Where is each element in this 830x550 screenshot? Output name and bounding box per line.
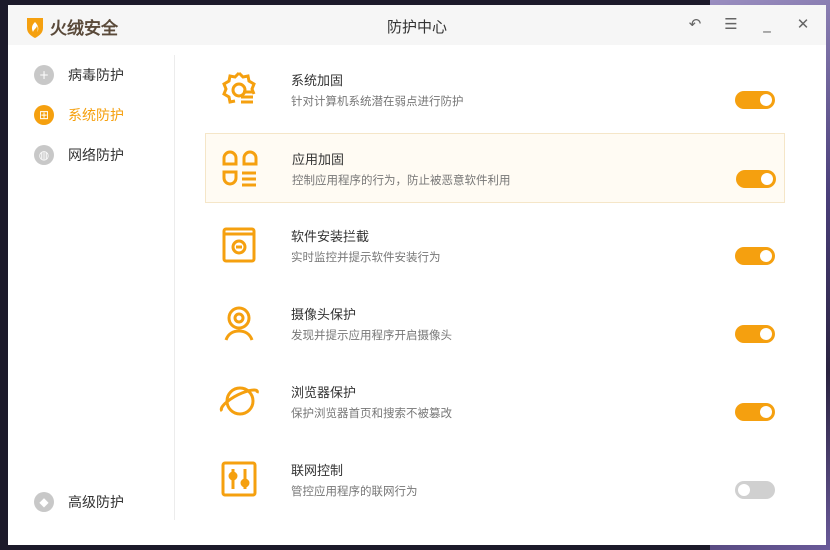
list-item-install-block: 软件安装拦截 实时监控并提示软件安装行为 [205,211,785,281]
sidebar-item-label: 高级防护 [68,495,124,511]
item-desc: 管控应用程序的联网行为 [291,484,418,498]
install-box-icon [222,227,256,263]
list-item-browser: 浏览器保护 保护浏览器首页和搜索不被篡改 [205,367,785,437]
sidebar-item-system[interactable]: ⊞ 系统防护 [34,105,124,125]
toggle-switch[interactable] [735,325,775,343]
sidebar-item-advanced[interactable]: ◆ 高级防护 [34,492,124,512]
sidebar: + 病毒防护 ⊞ 系统防护 ◍ 网络防护 ◆ 高级防护 [8,55,175,520]
item-title: 浏览器保护 [291,386,357,401]
windows-icon: ⊞ [34,105,54,125]
item-title: 系统加固 [291,74,344,89]
close-icon[interactable]: ✕ [794,14,812,34]
item-title: 摄像头保护 [291,308,357,323]
item-title: 软件安装拦截 [291,230,370,245]
item-desc: 保护浏览器首页和搜索不被篡改 [291,406,452,420]
planet-icon [219,386,259,416]
diamond-icon: ◆ [34,492,54,512]
minimize-icon[interactable]: _ [758,14,776,34]
sidebar-item-label: 系统防护 [68,108,124,124]
item-desc: 实时监控并提示软件安装行为 [291,250,441,264]
item-title: 应用加固 [292,153,345,168]
apps-icon [222,150,258,187]
sidebar-item-label: 网络防护 [68,148,124,164]
item-desc: 控制应用程序的行为，防止被恶意软件利用 [292,173,511,187]
item-desc: 针对计算机系统潜在弱点进行防护 [291,94,464,108]
menu-icon[interactable]: ☰ [722,14,740,34]
item-title: 联网控制 [291,464,344,479]
sliders-icon [221,461,257,497]
toggle-switch[interactable] [735,403,775,421]
app-window: 火绒安全 防护中心 ↶ ☰ _ ✕ + 病毒防护 ⊞ 系统防护 ◍ 网络防护 ◆ 高级防… [8,5,826,545]
list-item-camera: 摄像头保护 发现并提示应用程序开启摄像头 [205,289,785,359]
sidebar-item-label: 病毒防护 [68,68,124,84]
title-bar: 火绒安全 防护中心 ↶ ☰ _ ✕ [8,5,826,45]
toggle-switch[interactable] [735,247,775,265]
sidebar-item-virus[interactable]: + 病毒防护 [34,65,124,85]
list-item-network-control: 联网控制 管控应用程序的联网行为 [205,445,785,515]
gear-icon [222,71,256,104]
globe-icon: ◍ [34,145,54,165]
toggle-switch[interactable] [735,91,775,109]
item-desc: 发现并提示应用程序开启摄像头 [291,328,452,342]
plus-icon: + [34,65,54,85]
toggle-switch[interactable] [736,170,776,188]
webcam-icon [224,306,254,341]
back-icon[interactable]: ↶ [686,14,704,34]
toggle-switch[interactable] [735,481,775,499]
sidebar-item-network[interactable]: ◍ 网络防护 [34,145,124,165]
list-item-system-hardening: 系统加固 针对计算机系统潜在弱点进行防护 [205,55,785,125]
list-item-app-hardening: 应用加固 控制应用程序的行为，防止被恶意软件利用 [205,133,785,203]
